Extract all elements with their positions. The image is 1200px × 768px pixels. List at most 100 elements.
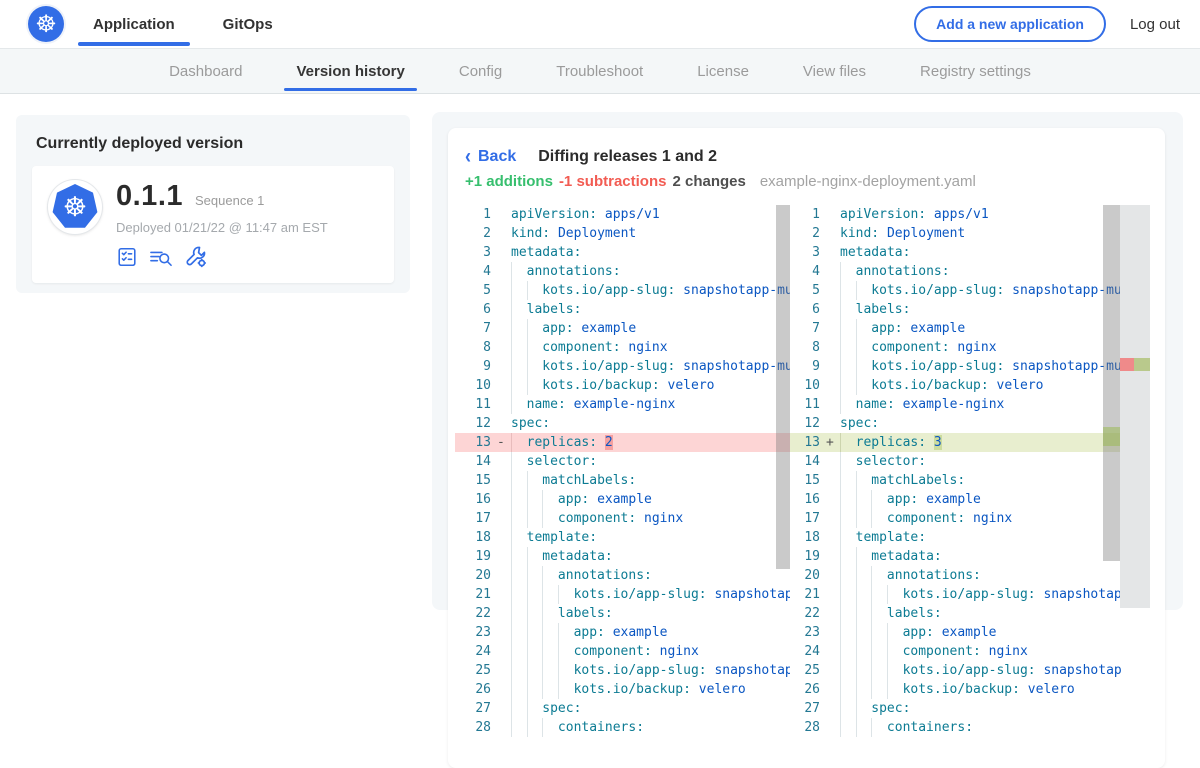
diff-line: 14selector: <box>455 452 790 471</box>
top-nav: ☸ Application GitOps Add a new applicati… <box>0 0 1200 48</box>
diff-line: 7app: example <box>455 319 790 338</box>
diff-line: 25kots.io/app-slug: snapshotap <box>455 661 790 680</box>
diff-line: 12spec: <box>455 414 790 433</box>
diff-filename: example-nginx-deployment.yaml <box>760 173 976 190</box>
diff-line: 10kots.io/backup: velero <box>455 376 790 395</box>
diff-stats: +1 additions -1 subtractions 2 changes e… <box>448 168 1165 194</box>
subnav-item-dashboard[interactable]: Dashboard <box>157 49 254 93</box>
diff-line: 24component: nginx <box>790 642 1150 661</box>
subnav-item-troubleshoot[interactable]: Troubleshoot <box>544 49 655 93</box>
diff-line: 6labels: <box>790 300 1150 319</box>
diff-header: ‹ Back Diffing releases 1 and 2 <box>448 128 1165 168</box>
diff-line: 25kots.io/app-slug: snapshotap <box>790 661 1150 680</box>
diff-title: Diffing releases 1 and 2 <box>538 148 717 166</box>
diff-line: 5kots.io/app-slug: snapshotapp-mu <box>455 281 790 300</box>
subnav-item-config[interactable]: Config <box>447 49 514 93</box>
diff-line: 24component: nginx <box>455 642 790 661</box>
diff-line: 4annotations: <box>790 262 1150 281</box>
diff-pane-original: 1apiVersion: apps/v12kind: Deployment3me… <box>455 205 790 737</box>
diff-line: 8component: nginx <box>455 338 790 357</box>
diff-line: 21kots.io/app-slug: snapshotap <box>790 585 1150 604</box>
tab-gitops[interactable]: GitOps <box>208 0 288 48</box>
diff-line: 10kots.io/backup: velero <box>790 376 1150 395</box>
diff-line: 19metadata: <box>790 547 1150 566</box>
diff-pane-modified: 1apiVersion: apps/v12kind: Deployment3me… <box>790 205 1150 737</box>
additions-count: +1 additions <box>465 173 553 190</box>
diff-line: 18template: <box>455 528 790 547</box>
logs-search-icon[interactable] <box>148 246 174 268</box>
deployed-version-row: ☸ 0.1.1 Sequence 1 Deployed 01/21/22 @ 1… <box>32 166 394 283</box>
diff-line: 11name: example-nginx <box>455 395 790 414</box>
checklist-icon[interactable] <box>116 246 138 268</box>
diff-line: 17component: nginx <box>455 509 790 528</box>
add-application-button[interactable]: Add a new application <box>914 6 1106 42</box>
deployed-timestamp: Deployed 01/21/22 @ 11:47 am EST <box>116 220 328 235</box>
diff-line: 2kind: Deployment <box>455 224 790 243</box>
diff-line: 7app: example <box>790 319 1150 338</box>
diff-line: 11name: example-nginx <box>790 395 1150 414</box>
logout-link[interactable]: Log out <box>1130 16 1180 33</box>
diff-line: 3metadata: <box>790 243 1150 262</box>
app-icon-badge: ☸ <box>48 180 102 234</box>
top-nav-right: Add a new application Log out <box>914 6 1200 42</box>
subnav-item-registry-settings[interactable]: Registry settings <box>908 49 1043 93</box>
scrollbar-change-decoration <box>1103 427 1120 446</box>
subnav-item-license[interactable]: License <box>685 49 761 93</box>
diff-line: 22labels: <box>455 604 790 623</box>
diff-line: 20annotations: <box>790 566 1150 585</box>
diff-line: 20annotations: <box>455 566 790 585</box>
diff-line: 26kots.io/backup: velero <box>455 680 790 699</box>
back-link[interactable]: ‹ Back <box>465 146 516 167</box>
diff-line: 12spec: <box>790 414 1150 433</box>
sequence-label: Sequence 1 <box>195 193 264 208</box>
diff-line: 23app: example <box>455 623 790 642</box>
right-scrollbar-thumb[interactable] <box>1103 205 1120 561</box>
diff-line: 27spec: <box>790 699 1150 718</box>
diff-line: 28containers: <box>790 718 1150 737</box>
main-tabs: Application GitOps <box>78 0 288 48</box>
diff-line: 22labels: <box>790 604 1150 623</box>
ruler-addition-marker <box>1134 358 1150 371</box>
diff-line: 4annotations: <box>455 262 790 281</box>
diff-line: 14selector: <box>790 452 1150 471</box>
diff-line: 15matchLabels: <box>790 471 1150 490</box>
tab-application[interactable]: Application <box>78 0 190 48</box>
diff-line: 23app: example <box>790 623 1150 642</box>
diff-line: 26kots.io/backup: velero <box>790 680 1150 699</box>
diff-line: 1apiVersion: apps/v1 <box>455 205 790 224</box>
diff-line: 18template: <box>790 528 1150 547</box>
deployed-card-title: Currently deployed version <box>16 115 410 166</box>
diff-line: 6labels: <box>455 300 790 319</box>
diff-line: 19metadata: <box>455 547 790 566</box>
subtractions-count: -1 subtractions <box>559 173 667 190</box>
diff-line: 17component: nginx <box>790 509 1150 528</box>
ruler-deletion-marker <box>1120 358 1134 371</box>
page: ☸ Application GitOps Add a new applicati… <box>0 0 1200 768</box>
diff-card: ‹ Back Diffing releases 1 and 2 +1 addit… <box>448 128 1165 768</box>
diff-line: 9kots.io/app-slug: snapshotapp-mu <box>790 357 1150 376</box>
diff-line: 3metadata: <box>455 243 790 262</box>
diff-editor: 1apiVersion: apps/v12kind: Deployment3me… <box>455 205 1165 737</box>
diff-line: 15matchLabels: <box>455 471 790 490</box>
diff-line: 8component: nginx <box>790 338 1150 357</box>
subnav-item-view-files[interactable]: View files <box>791 49 878 93</box>
diff-line: 1apiVersion: apps/v1 <box>790 205 1150 224</box>
kubernetes-logo-icon: ☸ <box>28 6 64 42</box>
currently-deployed-card: Currently deployed version ☸ 0.1.1 Seque… <box>16 115 410 293</box>
diff-line: 21kots.io/app-slug: snapshotap <box>455 585 790 604</box>
chevron-left-icon: ‹ <box>465 144 471 169</box>
left-scrollbar-thumb[interactable] <box>776 205 790 569</box>
version-number: 0.1.1 <box>116 180 183 213</box>
diff-line: 16app: example <box>455 490 790 509</box>
diff-line: 27spec: <box>455 699 790 718</box>
diff-line: 13-replicas: 2 <box>455 433 790 452</box>
diff-line: 28containers: <box>455 718 790 737</box>
subnav-item-version-history[interactable]: Version history <box>284 49 416 93</box>
diff-line: 16app: example <box>790 490 1150 509</box>
diff-line: 5kots.io/app-slug: snapshotapp-mu <box>790 281 1150 300</box>
kubernetes-heptagon-icon: ☸ <box>52 184 98 230</box>
overview-ruler[interactable] <box>1120 205 1150 608</box>
wrench-gear-icon[interactable] <box>184 245 208 269</box>
version-action-icons <box>116 245 328 269</box>
changes-count: 2 changes <box>672 173 745 190</box>
